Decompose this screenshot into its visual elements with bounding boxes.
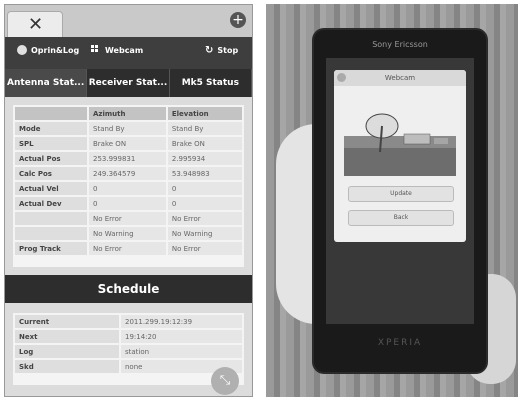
- table-row: Current 2011.299.19:12:39: [15, 315, 242, 328]
- app-screenshot-panel: ✕ + Oprin&Log Webcam ↻ Stop Antenna Stat…: [4, 4, 253, 397]
- dialog-title: Webcam: [334, 70, 466, 86]
- row-value: Stand By: [167, 122, 242, 135]
- webcam-icon: [337, 73, 346, 82]
- row-label: Actual Vel: [15, 182, 87, 195]
- row-value: No Error: [89, 212, 166, 225]
- add-tab-icon[interactable]: +: [230, 12, 246, 28]
- ops-log-label: Oprin&Log: [31, 45, 80, 55]
- schedule-value: 2011.299.19:12:39: [121, 315, 242, 328]
- app-toolbar: Oprin&Log Webcam ↻ Stop: [5, 37, 252, 69]
- table-row: Log station: [15, 345, 242, 358]
- table-row: Calc Pos 249.364579 53.948983: [15, 167, 242, 180]
- row-label: Calc Pos: [15, 167, 87, 180]
- row-label: Actual Pos: [15, 152, 87, 165]
- table-row: Actual Vel 0 0: [15, 182, 242, 195]
- table-row: SPL Brake ON Brake ON: [15, 137, 242, 150]
- row-value: 249.364579: [89, 167, 166, 180]
- phone-model: XPERIA: [377, 338, 423, 348]
- tab-antenna-status[interactable]: Antenna Stat...: [5, 69, 88, 97]
- table-header: Elevation: [167, 107, 242, 120]
- row-value: 0: [89, 197, 166, 210]
- row-value: No Warning: [167, 227, 242, 240]
- row-value: 2.995934: [167, 152, 242, 165]
- antenna-status-card: Azimuth Elevation Mode Stand By Stand By SP…: [13, 105, 244, 267]
- back-button[interactable]: Back: [348, 210, 454, 226]
- row-value: 53.948983: [167, 167, 242, 180]
- phone-screen: Webcam Update Back: [326, 58, 474, 324]
- row-value: 0: [167, 197, 242, 210]
- row-value: Brake ON: [167, 137, 242, 150]
- table-header: [15, 107, 87, 120]
- schedule-value: station: [121, 345, 242, 358]
- antenna-photo: [344, 92, 456, 176]
- row-value: No Error: [89, 242, 166, 255]
- tab-receiver-status[interactable]: Receiver Stat...: [87, 69, 170, 97]
- webcam-image: [344, 92, 456, 176]
- row-label: [15, 227, 87, 240]
- status-tabs: Antenna Stat... Receiver Stat... Mk5 Sta…: [5, 69, 252, 97]
- row-value: No Warning: [89, 227, 166, 240]
- stop-button[interactable]: ↻ Stop: [205, 45, 238, 56]
- row-label: Actual Dev: [15, 197, 87, 210]
- row-value: 253.999831: [89, 152, 166, 165]
- row-value: Brake ON: [89, 137, 166, 150]
- phone-photo-panel: Sony Ericsson Webcam Update Back XPERIA: [266, 4, 518, 397]
- schedule-label: Log: [15, 345, 119, 358]
- row-value: No Error: [167, 212, 242, 225]
- close-icon[interactable]: ✕: [28, 14, 43, 35]
- update-button[interactable]: Update: [348, 186, 454, 202]
- row-label: SPL: [15, 137, 87, 150]
- table-row: Skd none: [15, 360, 242, 373]
- row-value: Stand By: [89, 122, 166, 135]
- refresh-icon: ↻: [205, 45, 214, 56]
- table-row: Prog Track No Error No Error: [15, 242, 242, 255]
- phone: Sony Ericsson Webcam Update Back XPERIA: [314, 30, 486, 372]
- webcam-button[interactable]: Webcam: [91, 45, 143, 55]
- grid-icon: [91, 45, 101, 55]
- row-label: Mode: [15, 122, 87, 135]
- table-row: Next 19:14:20: [15, 330, 242, 343]
- schedule-card: Current 2011.299.19:12:39 Next 19:14:20 Log s…: [13, 313, 244, 385]
- table-row: Actual Pos 253.999831 2.995934: [15, 152, 242, 165]
- row-label: Prog Track: [15, 242, 87, 255]
- collapse-icon[interactable]: ⤡: [211, 367, 239, 395]
- schedule-value: 19:14:20: [121, 330, 242, 343]
- table-row: No Warning No Warning: [15, 227, 242, 240]
- schedule-label: Current: [15, 315, 119, 328]
- row-value: No Error: [167, 242, 242, 255]
- ops-log-button[interactable]: Oprin&Log: [17, 45, 79, 55]
- schedule-label: Skd: [15, 360, 119, 373]
- schedule-header: Schedule: [5, 275, 252, 303]
- phone-brand: Sony Ericsson: [372, 40, 428, 49]
- table-header: Azimuth: [89, 107, 166, 120]
- table-row: Actual Dev 0 0: [15, 197, 242, 210]
- schedule-label: Next: [15, 330, 119, 343]
- row-value: 0: [167, 182, 242, 195]
- row-label: [15, 212, 87, 225]
- webcam-label: Webcam: [105, 45, 144, 55]
- webcam-dialog: Webcam Update Back: [334, 70, 466, 242]
- browser-tab[interactable]: ✕: [7, 11, 63, 37]
- antenna-status-table: Azimuth Elevation Mode Stand By Stand By SP…: [13, 105, 244, 257]
- browser-tab-bar: ✕ +: [5, 5, 252, 37]
- table-row: No Error No Error: [15, 212, 242, 225]
- table-row: Mode Stand By Stand By: [15, 122, 242, 135]
- table-header-row: Azimuth Elevation: [15, 107, 242, 120]
- gear-icon: [17, 45, 27, 55]
- stop-label: Stop: [217, 46, 239, 55]
- schedule-table: Current 2011.299.19:12:39 Next 19:14:20 Log s…: [13, 313, 244, 375]
- row-value: 0: [89, 182, 166, 195]
- tab-mk5-status[interactable]: Mk5 Status: [170, 69, 252, 97]
